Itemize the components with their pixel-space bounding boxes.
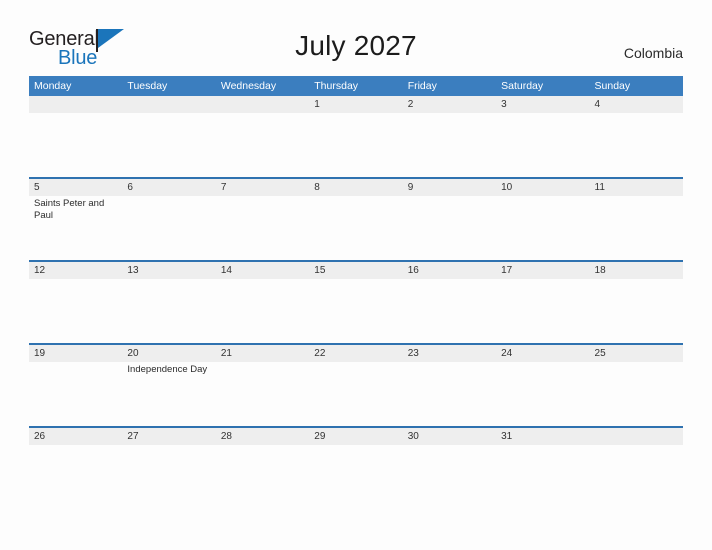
day-number[interactable]: 21 — [216, 345, 309, 362]
day-number[interactable]: 28 — [216, 428, 309, 445]
day-number[interactable]: 17 — [496, 262, 589, 279]
day-cell[interactable] — [403, 445, 496, 447]
week-day-number-band: 19 20 21 22 23 24 25 — [29, 345, 683, 362]
day-cell[interactable] — [309, 113, 402, 177]
weekday-sunday: Sunday — [594, 80, 631, 92]
week-day-number-band: 26 27 28 29 30 31 — [29, 428, 683, 445]
week-day-number-band: 1234 — [29, 96, 683, 113]
day-number-empty — [29, 96, 122, 113]
day-cell[interactable] — [216, 445, 309, 447]
day-cell[interactable] — [496, 445, 589, 447]
day-number[interactable]: 31 — [496, 428, 589, 445]
day-cell[interactable] — [590, 279, 683, 343]
week-day-number-band: 12 13 14 15 16 17 18 — [29, 262, 683, 279]
day-cell[interactable] — [122, 279, 215, 343]
day-cell[interactable] — [309, 196, 402, 260]
day-cell[interactable]: Saints Peter and Paul — [29, 196, 122, 260]
day-number[interactable]: 18 — [590, 262, 683, 279]
day-cell[interactable] — [590, 362, 683, 426]
day-cell[interactable] — [309, 279, 402, 343]
day-cell[interactable] — [590, 196, 683, 260]
day-cell[interactable] — [216, 279, 309, 343]
day-number-empty — [216, 96, 309, 113]
day-cell[interactable] — [216, 362, 309, 426]
day-cell[interactable]: Independence Day — [122, 362, 215, 426]
weekday-saturday: Saturday — [501, 80, 544, 92]
day-number[interactable]: 19 — [29, 345, 122, 362]
day-cell[interactable] — [122, 445, 215, 447]
day-number-empty — [122, 96, 215, 113]
calendar-week-row: 12 13 14 15 16 17 18 — [29, 260, 683, 343]
day-number[interactable]: 25 — [590, 345, 683, 362]
calendar-week-row: 26 27 28 29 30 31 — [29, 426, 683, 445]
day-cell[interactable] — [496, 279, 589, 343]
day-cell[interactable] — [496, 196, 589, 260]
calendar-week-row: 1234 — [29, 96, 683, 177]
day-number[interactable]: 7 — [216, 179, 309, 196]
day-number-empty — [590, 428, 683, 445]
day-number[interactable]: 11 — [590, 179, 683, 196]
day-number[interactable]: 4 — [590, 96, 683, 113]
week-event-band — [29, 113, 683, 177]
day-cell — [590, 445, 683, 447]
day-cell[interactable] — [403, 196, 496, 260]
day-cell[interactable] — [29, 362, 122, 426]
weekday-header-row: Monday Tuesday Wednesday Thursday Friday… — [29, 76, 683, 96]
day-cell[interactable] — [29, 279, 122, 343]
day-number[interactable]: 14 — [216, 262, 309, 279]
day-cell[interactable] — [496, 113, 589, 177]
day-number[interactable]: 10 — [496, 179, 589, 196]
weekday-monday: Monday — [34, 80, 72, 92]
week-event-band — [29, 279, 683, 343]
day-number[interactable]: 3 — [496, 96, 589, 113]
day-number[interactable]: 30 — [403, 428, 496, 445]
week-event-band: Independence Day — [29, 362, 683, 426]
day-number[interactable]: 9 — [403, 179, 496, 196]
day-cell[interactable] — [403, 113, 496, 177]
day-number[interactable]: 23 — [403, 345, 496, 362]
day-number[interactable]: 8 — [309, 179, 402, 196]
day-number[interactable]: 2 — [403, 96, 496, 113]
day-cell[interactable] — [496, 362, 589, 426]
day-number[interactable]: 13 — [122, 262, 215, 279]
country-label: Colombia — [623, 45, 683, 61]
day-cell[interactable] — [309, 362, 402, 426]
holiday-label: Saints Peter and Paul — [34, 198, 105, 221]
week-day-number-band: 5 6 7 8 9 10 11 — [29, 179, 683, 196]
day-cell[interactable] — [309, 445, 402, 447]
day-number[interactable]: 1 — [309, 96, 402, 113]
day-number[interactable]: 12 — [29, 262, 122, 279]
day-number[interactable]: 22 — [309, 345, 402, 362]
holiday-label: Independence Day — [127, 364, 208, 375]
day-number[interactable]: 27 — [122, 428, 215, 445]
calendar-grid: Monday Tuesday Wednesday Thursday Friday… — [29, 76, 683, 445]
day-cell[interactable] — [29, 445, 122, 447]
day-number[interactable]: 24 — [496, 345, 589, 362]
calendar-weeks: 1 2 3 4 5 6 7 8 9 10 11 Saints Peter and Paul 12 13 14… — [29, 96, 683, 445]
day-number[interactable]: 15 — [309, 262, 402, 279]
day-number[interactable]: 20 — [122, 345, 215, 362]
day-cell[interactable] — [216, 196, 309, 260]
day-number[interactable]: 5 — [29, 179, 122, 196]
page-title: July 2027 — [295, 30, 417, 61]
day-cell — [216, 113, 309, 177]
weekday-friday: Friday — [407, 80, 437, 92]
week-event-band: Saints Peter and Paul — [29, 196, 683, 260]
calendar-week-row: 5 6 7 8 9 10 11 Saints Peter and Paul — [29, 177, 683, 260]
day-cell[interactable] — [403, 279, 496, 343]
day-cell — [122, 113, 215, 177]
weekday-thursday: Thursday — [314, 80, 359, 92]
day-cell — [29, 113, 122, 177]
weekday-wednesday: Wednesday — [220, 80, 277, 92]
day-cell[interactable] — [403, 362, 496, 426]
day-cell[interactable] — [590, 113, 683, 177]
day-number[interactable]: 16 — [403, 262, 496, 279]
page-header: General Blue July 2027 Colombia — [0, 0, 712, 76]
day-cell[interactable] — [122, 196, 215, 260]
day-number[interactable]: 29 — [309, 428, 402, 445]
calendar-week-row: 19 20 21 22 23 24 25 Independence Day — [29, 343, 683, 426]
day-number[interactable]: 26 — [29, 428, 122, 445]
weekday-tuesday: Tuesday — [127, 80, 168, 92]
day-number[interactable]: 6 — [122, 179, 215, 196]
